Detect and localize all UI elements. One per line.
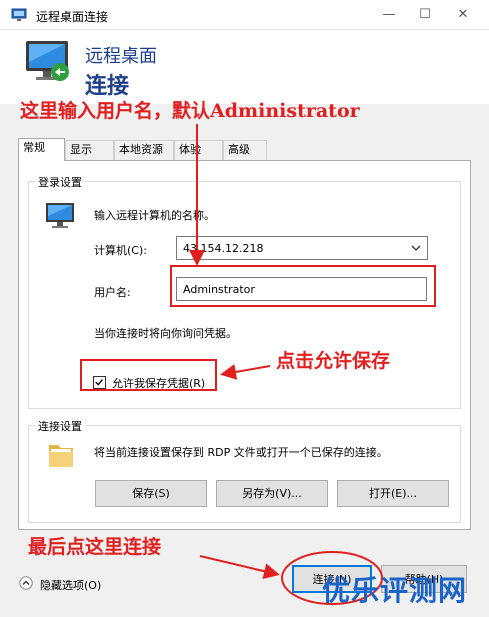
remote-desktop-logo-icon [26, 41, 69, 81]
login-settings-label: 登录设置 [35, 174, 85, 190]
monitor-icon [46, 203, 74, 228]
computer-combobox[interactable]: 43.154.12.218 [176, 236, 428, 260]
window-title: 远程桌面连接 [36, 10, 109, 24]
tab-advanced[interactable]: 高级 [223, 140, 267, 160]
hide-options-link[interactable]: 隐藏选项(O) [40, 577, 101, 593]
tab-display[interactable]: 显示 [65, 140, 114, 160]
username-annotation: 这里输入用户名，默认Administrator [20, 100, 360, 122]
save-button[interactable]: 保存(S) [95, 480, 207, 507]
tab-panel-general: 登录设置 输入远程计算机的名称。 计算机(C): 43.154.12.218 用… [18, 160, 471, 530]
title-bar: 远程桌面连接 — ☐ ✕ [0, 0, 489, 30]
save-as-button[interactable]: 另存为(V)... [216, 480, 328, 507]
open-button[interactable]: 打开(E)... [337, 480, 449, 507]
connect-annotation: 最后点这里连接 [28, 536, 162, 558]
allow-save-highlight-box [80, 359, 217, 391]
computer-prompt: 输入远程计算机的名称。 [94, 209, 215, 222]
site-watermark: 优乐评测网 [322, 574, 468, 607]
tab-general[interactable]: 常规 [18, 138, 65, 161]
folder-icon [49, 445, 73, 467]
allow-save-annotation: 点击允许保存 [276, 350, 391, 372]
maximize-button[interactable]: ☐ [405, 0, 445, 30]
remote-desktop-icon [11, 8, 27, 21]
computer-value: 43.154.12.218 [183, 242, 264, 255]
tab-local-resources[interactable]: 本地资源 [114, 140, 174, 160]
header-title-line1: 远程桌面 [85, 46, 157, 67]
minimize-button[interactable]: — [369, 0, 409, 30]
computer-label: 计算机(C): [94, 244, 147, 257]
dialog-header: 远程桌面 连接 [0, 30, 489, 104]
username-label: 用户名: [94, 286, 131, 299]
close-button[interactable]: ✕ [443, 0, 483, 30]
chevron-down-icon[interactable] [411, 244, 421, 252]
credential-note: 当你连接时将向你询问凭据。 [94, 327, 237, 340]
username-highlight-box [170, 265, 436, 307]
connection-description: 将当前连接设置保存到 RDP 文件或打开一个已保存的连接。 [94, 446, 388, 459]
tab-experience[interactable]: 体验 [174, 140, 223, 160]
connection-settings-label: 连接设置 [35, 418, 85, 434]
connection-settings-group: 连接设置 将当前连接设置保存到 RDP 文件或打开一个已保存的连接。 保存(S)… [28, 418, 461, 523]
chevron-up-icon[interactable] [19, 576, 33, 590]
